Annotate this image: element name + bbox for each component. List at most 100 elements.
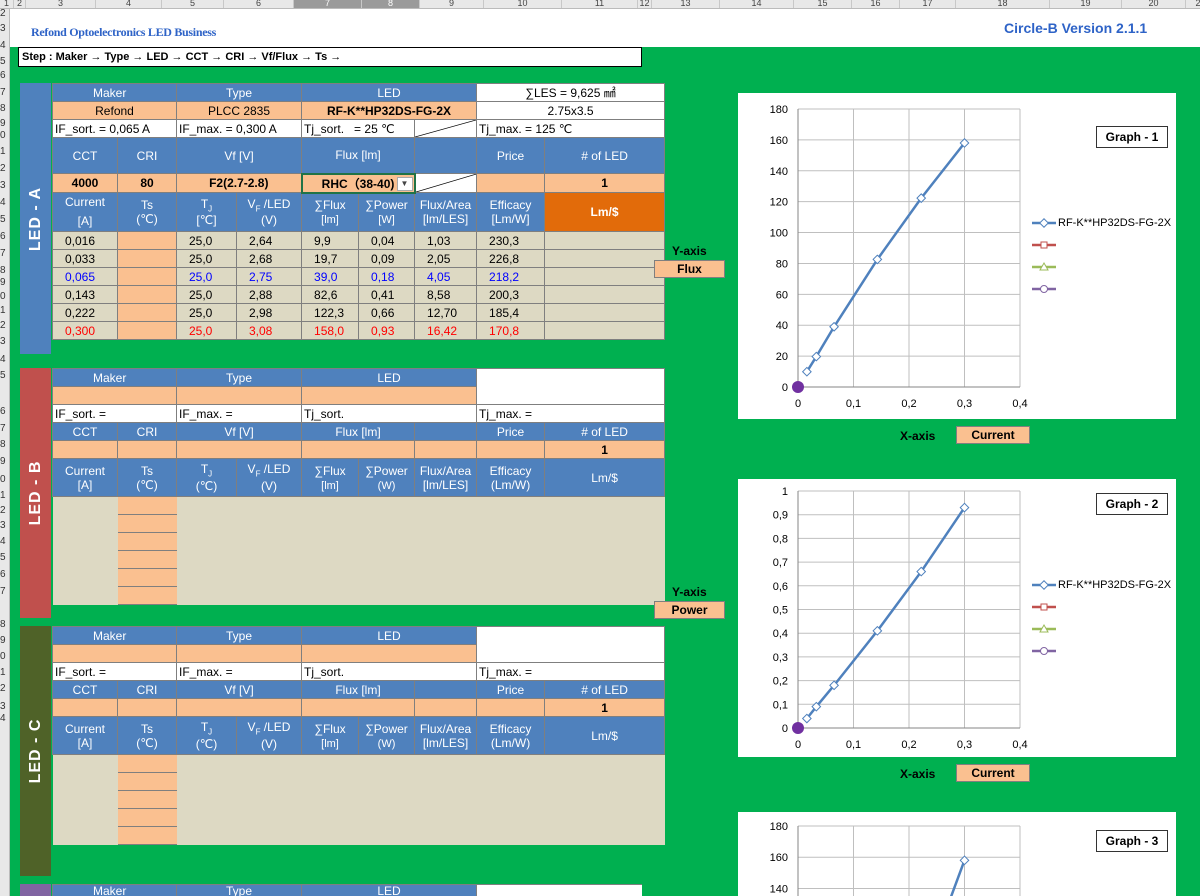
excel-row-header[interactable]: 2 bbox=[0, 506, 9, 516]
excel-row-header[interactable]: 2 bbox=[0, 684, 9, 694]
excel-row-header[interactable]: 9 bbox=[0, 278, 9, 288]
excel-row-header[interactable]: 2 bbox=[0, 164, 9, 174]
excel-row-header[interactable]: 3 bbox=[0, 24, 9, 34]
led-c-type-value[interactable] bbox=[175, 644, 303, 663]
ts-input-cell[interactable] bbox=[117, 285, 177, 304]
excel-row-header[interactable]: 7 bbox=[0, 424, 9, 434]
excel-col-header[interactable]: 13 bbox=[652, 0, 720, 8]
led-c-num-value[interactable]: 1 bbox=[544, 698, 666, 717]
led-a-type-value[interactable]: PLCC 2835 bbox=[175, 101, 303, 120]
excel-col-header[interactable]: 4 bbox=[96, 0, 162, 8]
ts-input-cell[interactable] bbox=[117, 550, 177, 569]
led-b-maker-value[interactable] bbox=[52, 386, 177, 405]
excel-row-header[interactable]: 8 bbox=[0, 266, 9, 276]
excel-col-header[interactable]: 10 bbox=[484, 0, 562, 8]
led-b-vf-value[interactable] bbox=[175, 440, 303, 459]
excel-row-header[interactable]: 7 bbox=[0, 587, 9, 597]
graph1-yaxis-select[interactable]: Flux bbox=[654, 260, 725, 278]
led-b-cct-value[interactable] bbox=[52, 440, 118, 459]
excel-row-header[interactable]: 9 bbox=[0, 119, 9, 129]
excel-row-header[interactable]: 2 bbox=[0, 9, 9, 19]
excel-row-header[interactable]: 2 bbox=[0, 321, 9, 331]
excel-row-header[interactable]: 1 bbox=[0, 668, 9, 678]
excel-col-header[interactable]: 14 bbox=[720, 0, 794, 8]
ts-input-cell[interactable] bbox=[117, 754, 177, 773]
ts-input-cell[interactable] bbox=[117, 249, 177, 268]
excel-col-header[interactable]: 2 bbox=[14, 0, 26, 8]
ts-input-cell[interactable] bbox=[117, 267, 177, 286]
graph1-xaxis-select[interactable]: Current bbox=[956, 426, 1030, 444]
graph2-yaxis-select[interactable]: Power bbox=[654, 601, 725, 619]
graph2-xaxis-select[interactable]: Current bbox=[956, 764, 1030, 782]
excel-row-header[interactable]: 3 bbox=[0, 521, 9, 531]
excel-col-header[interactable]: 15 bbox=[794, 0, 852, 8]
ts-input-cell[interactable] bbox=[117, 532, 177, 551]
excel-row-header[interactable]: 5 bbox=[0, 371, 9, 381]
led-a-num-value[interactable]: 1 bbox=[544, 173, 666, 193]
excel-row-header[interactable]: 9 bbox=[0, 457, 9, 467]
excel-row-header[interactable]: 5 bbox=[0, 57, 9, 67]
excel-row-header[interactable]: 0 bbox=[0, 131, 9, 141]
led-c-flux-value[interactable] bbox=[301, 698, 416, 717]
led-b-led-value[interactable] bbox=[301, 386, 478, 405]
excel-col-header[interactable]: 17 bbox=[900, 0, 956, 8]
excel-row-header[interactable]: 8 bbox=[0, 104, 9, 114]
excel-row-header[interactable]: 8 bbox=[0, 620, 9, 630]
excel-row-header[interactable]: 4 bbox=[0, 537, 9, 547]
ts-input-cell[interactable] bbox=[117, 826, 177, 845]
excel-col-header[interactable]: 5 bbox=[162, 0, 224, 8]
excel-row-header[interactable]: 8 bbox=[0, 440, 9, 450]
excel-row-header[interactable]: 1 bbox=[0, 491, 9, 501]
excel-col-header[interactable]: 23 bbox=[1186, 0, 1200, 8]
led-c-led-value[interactable] bbox=[301, 644, 478, 663]
ts-input-cell[interactable] bbox=[117, 303, 177, 322]
ts-input-cell[interactable] bbox=[117, 496, 177, 515]
chevron-down-icon[interactable]: ▼ bbox=[396, 176, 413, 191]
excel-col-header[interactable]: 19 bbox=[1050, 0, 1122, 8]
ts-input-cell[interactable] bbox=[117, 586, 177, 605]
excel-row-header[interactable]: 4 bbox=[0, 714, 9, 724]
led-a-price-value[interactable] bbox=[476, 173, 546, 193]
excel-col-header[interactable]: 18 bbox=[956, 0, 1050, 8]
excel-row-header[interactable]: 0 bbox=[0, 475, 9, 485]
led-c-price-value[interactable] bbox=[476, 698, 546, 717]
excel-row-header[interactable]: 6 bbox=[0, 407, 9, 417]
led-a-led-value[interactable]: RF-K**HP32DS-FG-2X bbox=[301, 101, 478, 120]
excel-row-header[interactable]: 7 bbox=[0, 249, 9, 259]
ts-input-cell[interactable] bbox=[117, 231, 177, 250]
excel-row-header[interactable]: 3 bbox=[0, 337, 9, 347]
led-b-flux-value[interactable] bbox=[301, 440, 416, 459]
excel-col-header[interactable]: 1 bbox=[0, 0, 14, 8]
excel-row-header[interactable]: 5 bbox=[0, 215, 9, 225]
led-c-cct-value[interactable] bbox=[52, 698, 118, 717]
led-b-type-value[interactable] bbox=[175, 386, 303, 405]
led-a-cct-value[interactable]: 4000 bbox=[52, 173, 118, 193]
excel-row-header[interactable]: 7 bbox=[0, 88, 9, 98]
excel-col-header[interactable]: 12 bbox=[638, 0, 652, 8]
excel-col-header[interactable]: 11 bbox=[562, 0, 638, 8]
excel-col-header[interactable]: 16 bbox=[852, 0, 900, 8]
led-c-maker-value[interactable] bbox=[52, 644, 177, 663]
ts-input-cell[interactable] bbox=[117, 772, 177, 791]
led-c-vf-value[interactable] bbox=[175, 698, 303, 717]
led-b-cri-value[interactable] bbox=[117, 440, 177, 459]
excel-row-header[interactable]: 0 bbox=[0, 292, 9, 302]
excel-row-header[interactable]: 4 bbox=[0, 355, 9, 365]
led-a-flux-select[interactable]: RHC（38-40) ▼ bbox=[300, 172, 416, 194]
excel-col-header[interactable]: 8 bbox=[362, 0, 420, 8]
ts-input-cell[interactable] bbox=[117, 790, 177, 809]
led-b-price-value[interactable] bbox=[476, 440, 546, 459]
excel-col-header[interactable]: 3 bbox=[26, 0, 96, 8]
excel-row-header[interactable]: 6 bbox=[0, 570, 9, 580]
led-b-num-value[interactable]: 1 bbox=[544, 440, 666, 459]
led-a-maker-value[interactable]: Refond bbox=[52, 101, 177, 120]
excel-col-header[interactable]: 9 bbox=[420, 0, 484, 8]
excel-row-header[interactable]: 4 bbox=[0, 198, 9, 208]
ts-input-cell[interactable] bbox=[117, 808, 177, 827]
excel-row-header[interactable]: 5 bbox=[0, 553, 9, 563]
excel-col-header[interactable]: 6 bbox=[224, 0, 294, 8]
excel-row-header[interactable]: 9 bbox=[0, 636, 9, 646]
excel-col-header[interactable]: 20 bbox=[1122, 0, 1186, 8]
led-c-cri-value[interactable] bbox=[117, 698, 177, 717]
excel-col-header[interactable]: 7 bbox=[294, 0, 362, 8]
